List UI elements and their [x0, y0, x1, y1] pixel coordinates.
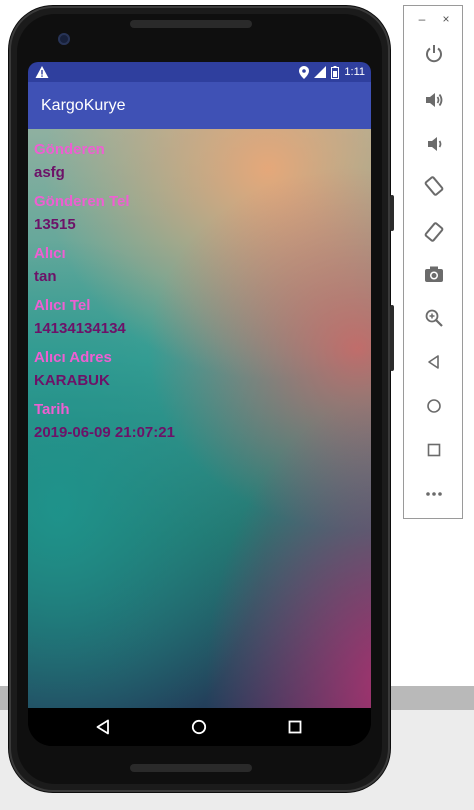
back-button[interactable]	[420, 348, 448, 376]
sender-phone-label: Gönderen Tel	[34, 193, 130, 210]
battery-icon	[331, 65, 340, 79]
date-value: 2019-06-09 21:07:21	[34, 424, 175, 441]
location-icon	[299, 65, 310, 79]
overview-button[interactable]	[420, 436, 448, 464]
receiver-address-label: Alıcı Adres	[34, 349, 112, 366]
status-bar: 1:11	[28, 62, 371, 82]
volume-down-icon	[428, 137, 442, 151]
overview-icon	[427, 443, 441, 457]
navigation-bar	[28, 708, 371, 746]
receiver-label: Alıcı	[34, 245, 66, 262]
content-area: Gönderen asfg Gönderen Tel 13515 Alıcı t…	[28, 129, 371, 708]
camera-icon	[425, 266, 443, 282]
power-button[interactable]	[420, 40, 448, 68]
shipment-details: Gönderen asfg Gönderen Tel 13515 Alıcı t…	[34, 139, 175, 451]
front-camera	[58, 33, 70, 45]
back-icon	[428, 355, 439, 369]
rotate-right-button[interactable]	[420, 218, 448, 246]
date-label: Tarih	[34, 401, 70, 418]
bottom-speaker	[130, 764, 252, 772]
volume-down-button[interactable]	[420, 130, 448, 158]
warning-icon	[35, 66, 49, 78]
nav-back-button[interactable]	[94, 718, 112, 736]
screenshot-button[interactable]	[420, 260, 448, 288]
phone-screen: 1:11 KargoKurye Gönderen asfg Gönderen T…	[28, 62, 371, 746]
nav-home-button[interactable]	[190, 718, 208, 736]
app-title: KargoKurye	[41, 97, 126, 114]
emulator-toolbar: – ×	[403, 5, 463, 519]
recents-icon	[288, 720, 302, 734]
side-power-button[interactable]	[390, 195, 394, 231]
receiver-phone-value: 14134134134	[34, 320, 126, 337]
signal-icon	[314, 66, 327, 78]
minimize-button[interactable]: –	[416, 12, 428, 26]
sender-phone-value: 13515	[34, 216, 76, 233]
rotate-left-icon	[424, 176, 444, 196]
home-icon	[191, 719, 207, 735]
close-button[interactable]: ×	[440, 12, 452, 26]
app-bar: KargoKurye	[28, 82, 371, 129]
zoom-icon	[425, 309, 443, 327]
volume-up-button[interactable]	[420, 86, 448, 114]
top-speaker	[130, 20, 252, 28]
side-volume-button[interactable]	[390, 305, 394, 371]
rotate-right-icon	[424, 222, 444, 242]
sender-value: asfg	[34, 164, 65, 181]
home-icon	[427, 399, 441, 413]
volume-up-icon	[426, 93, 443, 107]
zoom-button[interactable]	[420, 304, 448, 332]
power-icon	[426, 45, 442, 63]
more-button[interactable]	[420, 480, 448, 508]
home-button[interactable]	[420, 392, 448, 420]
sender-label: Gönderen	[34, 141, 105, 158]
back-icon	[96, 719, 109, 735]
status-time: 1:11	[344, 66, 365, 78]
receiver-address-value: KARABUK	[34, 372, 110, 389]
receiver-value: tan	[34, 268, 57, 285]
status-icons: 1:11	[299, 64, 365, 80]
rotate-left-button[interactable]	[420, 172, 448, 200]
nav-recents-button[interactable]	[286, 718, 304, 736]
receiver-phone-label: Alıcı Tel	[34, 297, 91, 314]
more-icon	[426, 492, 442, 496]
